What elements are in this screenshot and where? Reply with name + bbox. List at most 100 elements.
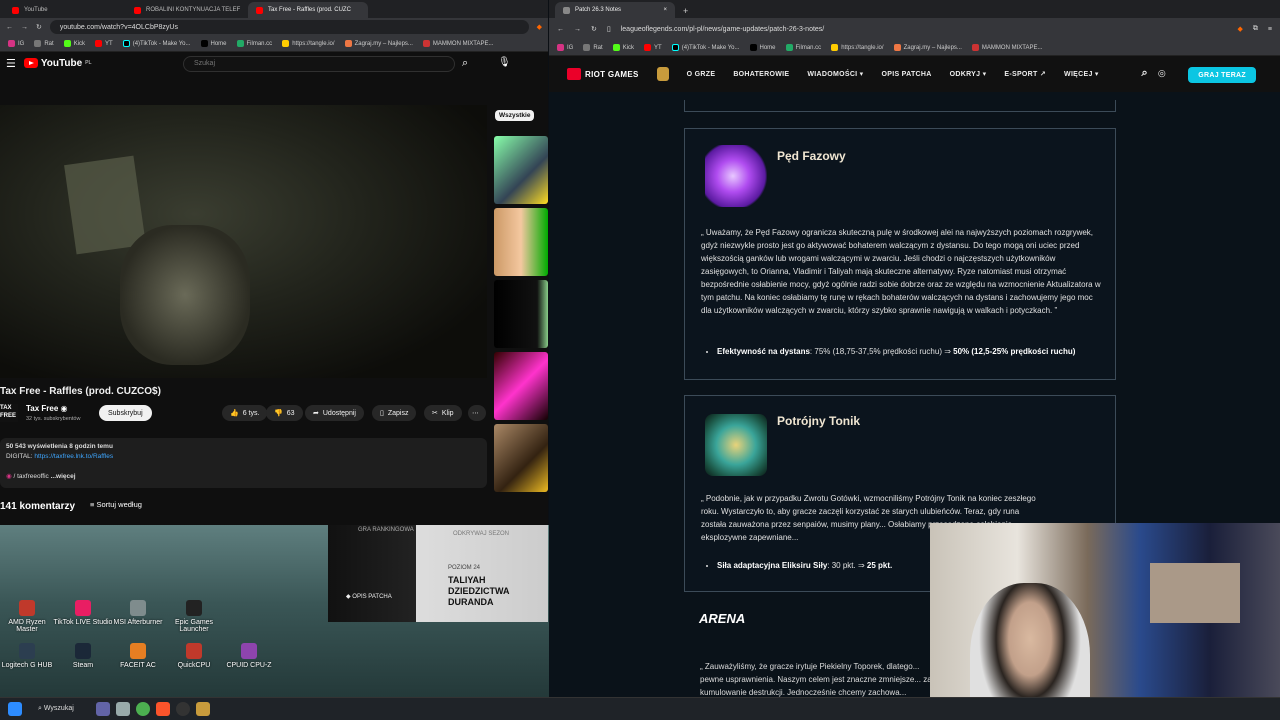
brave-icon[interactable] [155, 702, 170, 716]
bookmark-filman[interactable]: Filman.cc [785, 44, 821, 51]
more-actions-button[interactable]: ⋯ [468, 405, 486, 421]
video-description[interactable]: 50 543 wyświetlenia 8 godzin temu DIGITA… [0, 438, 487, 488]
nav-wiadomosci[interactable]: WIADOMOŚCI ▾ [807, 70, 863, 78]
bookmark-tangle[interactable]: https://tangle.io/ [831, 44, 884, 51]
desktop-icon-faceit[interactable]: FACEIT AC [108, 643, 168, 669]
windows-taskbar: ⌕ Wyszukaj [0, 697, 1280, 720]
youtube-search-input[interactable]: Szukaj [183, 56, 455, 72]
chrome-icon[interactable] [135, 702, 150, 716]
bookmark-tiktok[interactable]: (4)TikTok - Make Yo... [122, 40, 191, 47]
back-icon[interactable]: ← [557, 26, 564, 33]
nav-bohaterowie[interactable]: BOHATEROWIE [733, 71, 789, 78]
desktop-icon-steam[interactable]: Steam [53, 643, 113, 669]
bookmark-star-icon[interactable]: ▯ [607, 25, 611, 33]
related-thumb[interactable] [494, 424, 548, 492]
right-url-field[interactable]: leagueoflegends.com/pl-pl/news/game-upda… [621, 22, 1228, 36]
bookmark-home[interactable]: Home [200, 40, 227, 47]
obs-icon[interactable] [175, 702, 190, 716]
instagram-handle[interactable]: / taxfreeoffic [13, 473, 48, 480]
promo-rank: GRA RANKINGOWA [358, 527, 414, 533]
tab-patch-notes[interactable]: Patch 26.3 Notes × [555, 2, 675, 18]
desktop-icon-quickcpu[interactable]: QuickCPU [164, 643, 224, 669]
save-button[interactable]: ▯ Zapisz [372, 405, 417, 421]
bookmark-yt[interactable]: YT [95, 40, 113, 47]
subscribe-button[interactable]: Subskrybuj [99, 405, 152, 421]
bookmark-rat[interactable]: Rat [34, 40, 54, 47]
nav-odkryj[interactable]: ODKRYJ ▾ [950, 70, 987, 78]
digital-link[interactable]: https://taxfree.lnk.to/Raffles [34, 453, 113, 460]
bookmark-tangle[interactable]: https://tangle.io/ [282, 40, 335, 47]
tab-tax-free[interactable]: Tax Free - Raffles (prod. CUZC [248, 2, 368, 18]
bookmark-kick[interactable]: Kick [63, 40, 85, 47]
bookmark-tiktok[interactable]: (4)TikTok - Make Yo... [671, 44, 740, 51]
riot-games-logo[interactable]: RIOT GAMES [567, 68, 639, 80]
nav-wiecej[interactable]: WIĘCEJ ▾ [1064, 70, 1099, 78]
tab-youtube[interactable]: YouTube [4, 2, 124, 18]
sort-comments-button[interactable]: ≡ Sortuj według [90, 500, 142, 509]
menu-icon[interactable]: ☰ [6, 57, 16, 70]
bookmark-zagraj[interactable]: Zagraj.my – Najleps... [893, 44, 962, 51]
lol-logo-icon[interactable] [656, 67, 669, 81]
lol-promo-panel[interactable]: GRA RANKINGOWA ODKRYWAJ SEZON POZIOM 24 … [328, 525, 548, 622]
tab-robalini[interactable]: ROBALINI KONTYNUACJA TELEF [126, 2, 246, 18]
bookmark-yt[interactable]: YT [644, 44, 662, 51]
dislike-button[interactable]: 👎 63 [266, 405, 303, 421]
desktop-icon-amd[interactable]: AMD Ryzen Master [0, 600, 57, 633]
menu-icon[interactable]: ≡ [1268, 26, 1272, 33]
related-thumb[interactable] [494, 208, 548, 276]
back-icon[interactable]: ← [6, 24, 13, 31]
new-tab-icon[interactable]: + [675, 6, 696, 18]
desktop-icon-msi[interactable]: MSI Afterburner [108, 600, 168, 626]
bookmark-ig[interactable]: IG [557, 44, 573, 51]
forward-icon[interactable]: → [21, 24, 28, 31]
youtube-logo[interactable]: YouTube PL [23, 58, 92, 69]
lol-client-icon[interactable] [195, 702, 210, 716]
related-thumb[interactable] [494, 280, 548, 348]
brave-shield-icon[interactable]: ◆ [537, 23, 542, 31]
bookmark-zagraj[interactable]: Zagraj.my – Najleps... [344, 40, 413, 47]
reload-icon[interactable]: ↻ [591, 25, 597, 33]
bookmark-filman[interactable]: Filman.cc [236, 40, 272, 47]
bookmark-kick[interactable]: Kick [612, 44, 634, 51]
close-icon[interactable]: × [663, 7, 667, 13]
search-icon[interactable]: ⌕ [462, 57, 468, 70]
bookmark-home[interactable]: Home [749, 44, 776, 51]
nav-esport[interactable]: E-SPORT ↗ [1004, 70, 1046, 78]
brave-shield-icon[interactable]: ◆ [1238, 25, 1243, 33]
desktop-icon-tiktok-live[interactable]: TikTok LIVE Studio [53, 600, 113, 626]
reload-icon[interactable]: ↻ [36, 23, 42, 31]
play-now-button[interactable]: GRAJ TERAZ [1188, 67, 1256, 83]
bookmark-mammon[interactable]: MAMMON MIXTAPE... [422, 40, 493, 47]
riot-fist-icon [567, 68, 581, 80]
file-explorer-icon[interactable] [115, 702, 130, 716]
bookmark-rat[interactable]: Rat [583, 44, 603, 51]
channel-name[interactable]: Tax Free ◉ [26, 404, 68, 413]
forward-icon[interactable]: → [574, 26, 581, 33]
nav-opis-patcha[interactable]: OPIS PATCHA [882, 71, 932, 78]
share-button[interactable]: ➦ Udostępnij [305, 405, 364, 421]
teams-icon[interactable] [95, 702, 110, 716]
digital-label: DIGITAL: [6, 453, 33, 460]
promo-patch[interactable]: ◆ OPIS PATCHA [346, 593, 392, 600]
extensions-icon[interactable]: ⧉ [1253, 25, 1258, 33]
related-thumb[interactable] [494, 136, 548, 204]
left-url-field[interactable]: youtube.com/watch?v=4OLCbP8zyUs [49, 20, 529, 34]
bookmark-ig[interactable]: IG [8, 40, 24, 47]
promo-level: POZIOM 24 [448, 565, 481, 571]
nav-o-grze[interactable]: O GRZE [687, 71, 716, 78]
show-more-link[interactable]: ...więcej [51, 473, 76, 480]
clip-button[interactable]: ✂ Klip [424, 405, 462, 421]
like-button[interactable]: 👍 6 tys. [222, 405, 268, 421]
channel-avatar[interactable]: TAX FREE [0, 404, 18, 422]
globe-icon[interactable]: ◎ [1158, 68, 1166, 79]
desktop-icon-epic[interactable]: Epic Games Launcher [164, 600, 224, 633]
desktop-icon-ghub[interactable]: Logitech G HUB [0, 643, 57, 669]
video-player[interactable] [0, 105, 487, 378]
windows-start-icon[interactable] [8, 702, 22, 716]
desktop-icon-cpuz[interactable]: CPUID CPU-Z [219, 643, 279, 669]
taskbar-search[interactable]: ⌕ Wyszukaj [38, 705, 74, 713]
microphone-icon[interactable]: 🎙 [498, 57, 511, 68]
search-icon[interactable]: ⌕ [1142, 67, 1148, 80]
bookmark-mammon[interactable]: MAMMON MIXTAPE... [971, 44, 1042, 51]
related-thumb[interactable] [494, 352, 548, 420]
